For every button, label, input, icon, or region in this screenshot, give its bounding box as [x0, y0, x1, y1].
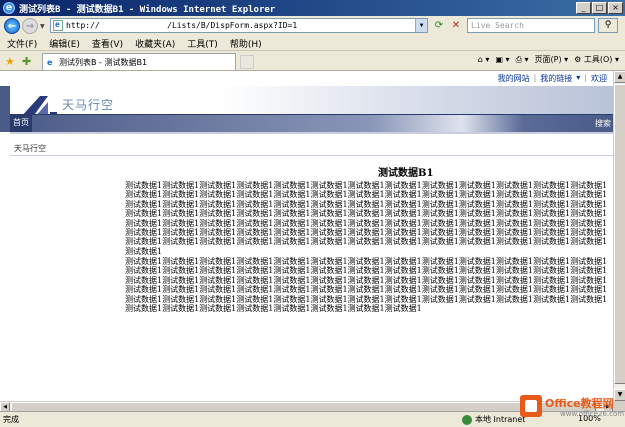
- tab-favicon-icon: e: [47, 57, 53, 67]
- office-logo-icon: [520, 395, 542, 417]
- add-favorite-icon[interactable]: ✚: [22, 55, 31, 68]
- watermark: Office教程网 www.office26.com: [520, 393, 625, 423]
- maximize-button[interactable]: □: [592, 2, 607, 14]
- window-controls: _ □ ×: [576, 2, 623, 14]
- menu-file[interactable]: 文件(F): [7, 37, 37, 50]
- search-label: 搜索: [595, 119, 611, 128]
- zone-label: 本地 Intranet: [475, 415, 526, 424]
- page-menu-button[interactable]: 页面(P) ▾: [535, 54, 569, 65]
- tab-home[interactable]: 首页: [10, 115, 32, 132]
- forward-button[interactable]: →: [22, 18, 38, 34]
- my-site-link[interactable]: 我的网站: [498, 73, 530, 84]
- page-viewport: 我的网站 | 我的链接 ▾ | 欢迎 天马行空 首页 搜索 天马行空 测试数据B…: [0, 71, 613, 411]
- command-bar: ⌂ ▾ ▣ ▾ ⎙ ▾ 页面(P) ▾ ⚙ 工具(O) ▾: [478, 54, 619, 65]
- back-button[interactable]: ←: [4, 18, 20, 34]
- address-dropdown-icon[interactable]: ▼: [415, 19, 427, 32]
- address-row: ← → ▼ http:// /Lists/B/DispForm.aspx?ID=…: [0, 16, 625, 36]
- search-icon[interactable]: ⚲: [598, 18, 618, 33]
- menu-help[interactable]: 帮助(H): [230, 37, 262, 50]
- history-dropdown-icon[interactable]: ▼: [40, 23, 45, 30]
- scroll-up-icon[interactable]: ▲: [614, 71, 625, 83]
- tab-current[interactable]: e 测试列表B - 测试数据B1: [42, 53, 236, 70]
- menu-edit[interactable]: 编辑(E): [49, 37, 80, 50]
- window-title: 测试列表B - 测试数据B1 - Windows Internet Explor…: [19, 4, 276, 15]
- page-title: 测试数据B1: [378, 168, 434, 179]
- watermark-subtext: www.office26.com: [560, 410, 625, 418]
- page-icon: [53, 20, 63, 31]
- site-name[interactable]: 天马行空: [62, 96, 114, 113]
- print-icon[interactable]: ⎙ ▾: [516, 55, 529, 65]
- page-menu-label: 页面(P): [534, 55, 562, 64]
- breadcrumb[interactable]: 天马行空: [14, 143, 46, 154]
- link-separator: |: [584, 73, 587, 82]
- home-icon[interactable]: ⌂ ▾: [478, 55, 490, 64]
- menu-tools[interactable]: 工具(T): [187, 37, 218, 50]
- status-text: 完成: [3, 415, 19, 424]
- content-paragraph-1: 测试数据1测试数据1测试数据1测试数据1测试数据1测试数据1测试数据1测试数据1…: [125, 181, 608, 256]
- welcome-link[interactable]: 欢迎: [591, 73, 607, 84]
- tab-label: 测试列表B - 测试数据B1: [59, 57, 148, 67]
- tools-menu-button[interactable]: ⚙ 工具(O) ▾: [574, 54, 619, 65]
- stop-icon[interactable]: ✕: [449, 19, 463, 33]
- scroll-thumb[interactable]: [614, 84, 625, 384]
- sharepoint-top-links: 我的网站 | 我的链接 ▾ | 欢迎: [498, 73, 607, 84]
- address-url[interactable]: http:// /Lists/B/DispForm.aspx?ID=1: [66, 21, 297, 30]
- tab-row: ★ ✚ e 测试列表B - 测试数据B1 ⌂ ▾ ▣ ▾ ⎙ ▾ 页面(P) ▾…: [0, 51, 625, 71]
- search-input[interactable]: Live Search: [467, 18, 595, 33]
- minimize-button[interactable]: _: [576, 2, 591, 14]
- banner-left-bar: [0, 86, 10, 132]
- menu-view[interactable]: 查看(V): [92, 37, 123, 50]
- menu-favorites[interactable]: 收藏夹(A): [135, 37, 175, 50]
- window-titlebar: e 测试列表B - 测试数据B1 - Windows Internet Expl…: [0, 0, 625, 16]
- top-nav-bar: 首页 搜索: [10, 114, 613, 132]
- vertical-scrollbar[interactable]: ▲ ▼: [613, 71, 625, 401]
- favorites-star-icon[interactable]: ★: [5, 55, 15, 68]
- refresh-icon[interactable]: ⟳: [432, 19, 446, 33]
- address-input[interactable]: http:// /Lists/B/DispForm.aspx?ID=1 ▼: [50, 18, 428, 33]
- my-links-link[interactable]: 我的链接: [540, 73, 572, 84]
- ie-logo-icon: e: [3, 2, 15, 14]
- link-separator: |: [533, 73, 537, 82]
- new-tab-button[interactable]: [240, 55, 254, 69]
- tools-menu-label: 工具(O): [583, 55, 613, 64]
- security-zone[interactable]: 本地 Intranet: [462, 414, 525, 425]
- content-paragraph-2: 测试数据1测试数据1测试数据1测试数据1测试数据1测试数据1测试数据1测试数据1…: [125, 257, 608, 314]
- watermark-text: Office教程网: [545, 397, 614, 410]
- nav-divider: [10, 132, 613, 134]
- my-links-dropdown-icon[interactable]: ▾: [576, 73, 580, 84]
- zone-globe-icon: [462, 414, 472, 425]
- menu-bar: 文件(F) 编辑(E) 查看(V) 收藏夹(A) 工具(T) 帮助(H): [0, 36, 625, 51]
- feeds-icon[interactable]: ▣ ▾: [495, 55, 509, 64]
- close-button[interactable]: ×: [608, 2, 623, 14]
- breadcrumb-divider: [10, 155, 613, 156]
